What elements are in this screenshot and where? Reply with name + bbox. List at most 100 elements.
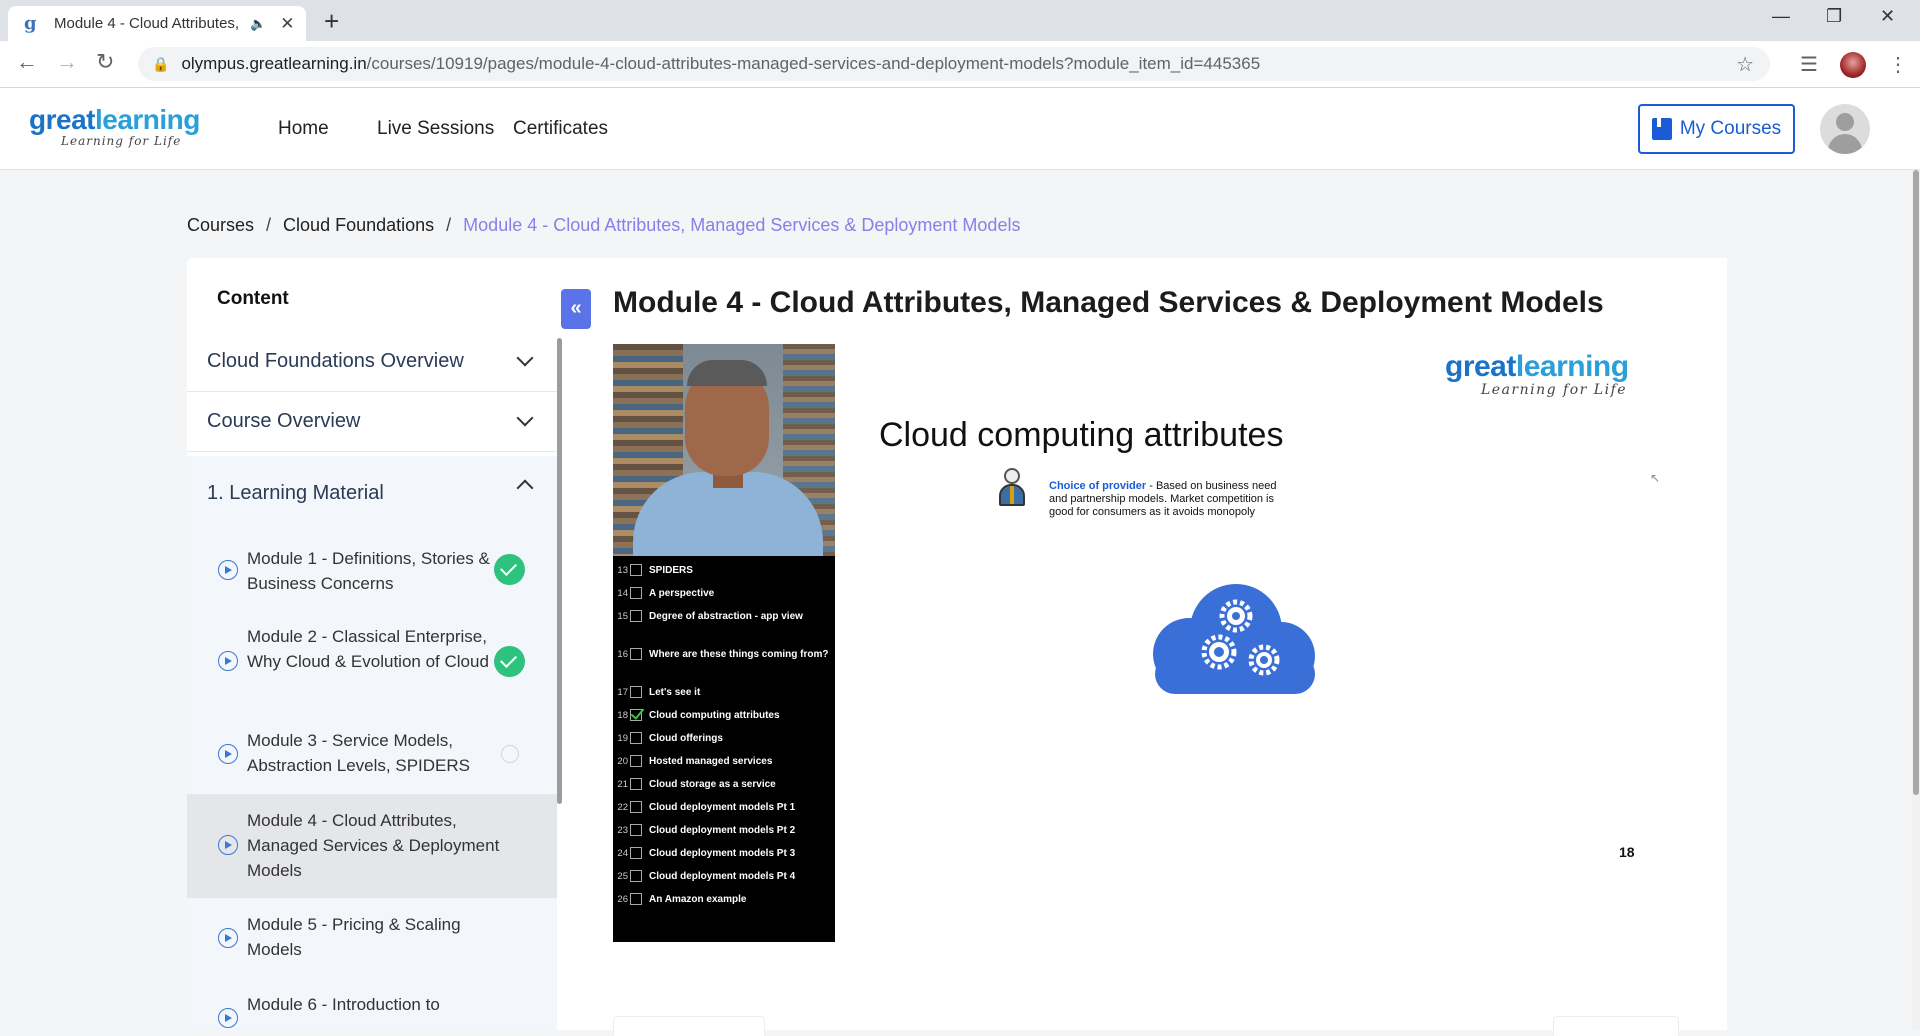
person-icon [997,468,1027,514]
chapter-item: 24 Cloud deployment models Pt 3 [617,847,796,859]
browser-tab-strip: g Module 4 - Cloud Attributes, Managed S… [0,0,1920,41]
chapter-item: 22 Cloud deployment models Pt 1 [617,801,796,813]
sidebar-item-module-2[interactable]: Module 2 - Classical Enterprise, Why Clo… [187,610,557,714]
menu-icon[interactable]: ⋮ [1888,52,1908,77]
slide-number: 18 [1619,844,1635,860]
nav-certificates[interactable]: Certificates [513,118,608,140]
sidebar-item-module-5[interactable]: Module 5 - Pricing & Scaling Models [187,898,557,978]
checkbox-icon [630,893,642,905]
completed-check-icon [494,646,525,677]
address-bar[interactable]: 🔒 olympus.greatlearning.in/courses/10919… [138,47,1770,81]
breadcrumb-current: Module 4 - Cloud Attributes, Managed Ser… [463,215,1021,235]
address-toolbar: ← → ↻ 🔒 olympus.greatlearning.in/courses… [0,41,1920,88]
star-icon[interactable]: ☆ [1736,52,1754,77]
chapter-item: 13 SPIDERS [617,564,693,576]
checkbox-icon [630,732,642,744]
chapter-item: 17 Let's see it [617,686,701,698]
collapse-sidebar-button[interactable]: « [561,289,591,329]
previous-button[interactable] [613,1016,765,1036]
sidebar-item-module-6[interactable]: Module 6 - Introduction to [187,978,557,1030]
restore-icon[interactable]: ❐ [1826,6,1842,27]
checkbox-icon [630,870,642,882]
audio-playing-icon[interactable]: 🔈 [250,16,266,32]
pending-status-icon [501,745,519,763]
sidebar-item-module-3[interactable]: Module 3 - Service Models, Abstraction L… [187,714,557,794]
sidebar-item-module-4[interactable]: Module 4 - Cloud Attributes, Managed Ser… [187,794,557,898]
window-close-icon[interactable]: ✕ [1880,6,1895,27]
logo-tagline: Learning for Life [61,134,182,148]
slide-logo: greatlearning Learning for Life [1445,350,1629,398]
chapter-item: 26 An Amazon example [617,893,747,905]
breadcrumb-cloud-foundations[interactable]: Cloud Foundations [283,215,434,235]
back-icon[interactable]: ← [16,51,38,73]
section-cloud-foundations-overview[interactable]: Cloud Foundations Overview [187,332,557,392]
close-tab-icon[interactable]: ✕ [280,14,294,34]
main-content: Module 4 - Cloud Attributes, Managed Ser… [563,258,1727,1036]
reload-icon[interactable]: ↻ [96,51,114,73]
section-course-overview[interactable]: Course Overview [187,392,557,452]
breadcrumb-courses[interactable]: Courses [187,215,254,235]
chevron-down-icon [516,349,534,367]
checkbox-icon [630,824,642,836]
greatlearning-logo[interactable]: greatlearning Learning for Life [29,104,200,148]
checkbox-icon [630,778,642,790]
chevron-down-icon [516,409,534,427]
speaker-video [613,344,835,556]
nav-live-sessions[interactable]: Live Sessions [377,118,494,140]
section-learning-material[interactable]: 1. Learning Material [187,456,557,530]
media-icon[interactable]: ☰ [1800,52,1818,77]
checkbox-icon [630,686,642,698]
play-circle-icon [218,744,238,764]
play-circle-icon [218,928,238,948]
chapter-item: 20 Hosted managed services [617,755,773,767]
video-player[interactable]: 13 SPIDERS 14 A perspective 15 Degree of abst… [613,344,1679,942]
slide-title: Cloud computing attributes [879,416,1284,454]
cloud-gears-icon [1153,584,1315,694]
next-button[interactable] [1553,1016,1679,1036]
chapter-item: 15 Degree of abstraction - app view [617,610,803,622]
nav-home[interactable]: Home [278,118,329,140]
sidebar-item-module-1[interactable]: Module 1 - Definitions, Stories & Busine… [187,530,557,610]
checkbox-icon [630,801,642,813]
chapter-item: 23 Cloud deployment models Pt 2 [617,824,796,836]
checkbox-icon [630,755,642,767]
chapter-item: 14 A perspective [617,587,715,599]
slide: greatlearning Learning for Life Cloud co… [835,344,1679,942]
new-tab-icon[interactable]: + [324,8,339,34]
checkbox-icon [630,587,642,599]
sidebar-title: Content [217,288,289,309]
browser-tab[interactable]: g Module 4 - Cloud Attributes, Managed S… [8,6,306,41]
checkbox-icon [630,847,642,859]
checkbox-icon [630,610,642,622]
lock-icon[interactable]: 🔒 [152,56,169,73]
chapter-item: 18 Cloud computing attributes [617,709,780,721]
tab-title: Module 4 - Cloud Attributes, Managed Ser… [54,15,244,32]
chapter-item: 21 Cloud storage as a service [617,778,776,790]
url-text: olympus.greatlearning.in/courses/10919/p… [181,54,1261,73]
greatlearning-favicon-icon: g [24,12,37,34]
play-circle-icon [218,835,238,855]
chapter-item: 25 Cloud deployment models Pt 4 [617,870,796,882]
site-header: greatlearning Learning for Life Home Liv… [0,88,1920,170]
user-avatar[interactable] [1820,104,1870,154]
minimize-icon[interactable]: — [1772,6,1790,27]
profile-icon[interactable] [1840,52,1866,78]
chapter-item: 19 Cloud offerings [617,732,723,744]
mouse-cursor-icon: ↖ [1650,471,1661,485]
page-scrollbar-thumb[interactable] [1913,170,1919,795]
breadcrumb: Courses / Cloud Foundations / Module 4 - Clo… [187,215,1021,235]
video-chapter-list: 13 SPIDERS 14 A perspective 15 Degree of abst… [613,556,835,942]
play-circle-icon [218,651,238,671]
my-courses-button[interactable]: My Courses [1638,104,1795,154]
chevron-up-icon [516,479,534,497]
content-sidebar: Content Cloud Foundations Overview Cours… [187,258,563,1030]
sidebar-scrollbar[interactable] [557,338,562,804]
checkbox-icon [630,648,642,660]
play-circle-icon [218,560,238,580]
chapter-item: 16 Where are these things coming from? [617,648,829,660]
forward-icon[interactable]: → [56,51,78,73]
completed-check-icon [494,554,525,585]
slide-bullet: Choice of provider - Based on business n… [1049,480,1277,518]
checkbox-icon [630,564,642,576]
book-icon [1651,118,1672,140]
